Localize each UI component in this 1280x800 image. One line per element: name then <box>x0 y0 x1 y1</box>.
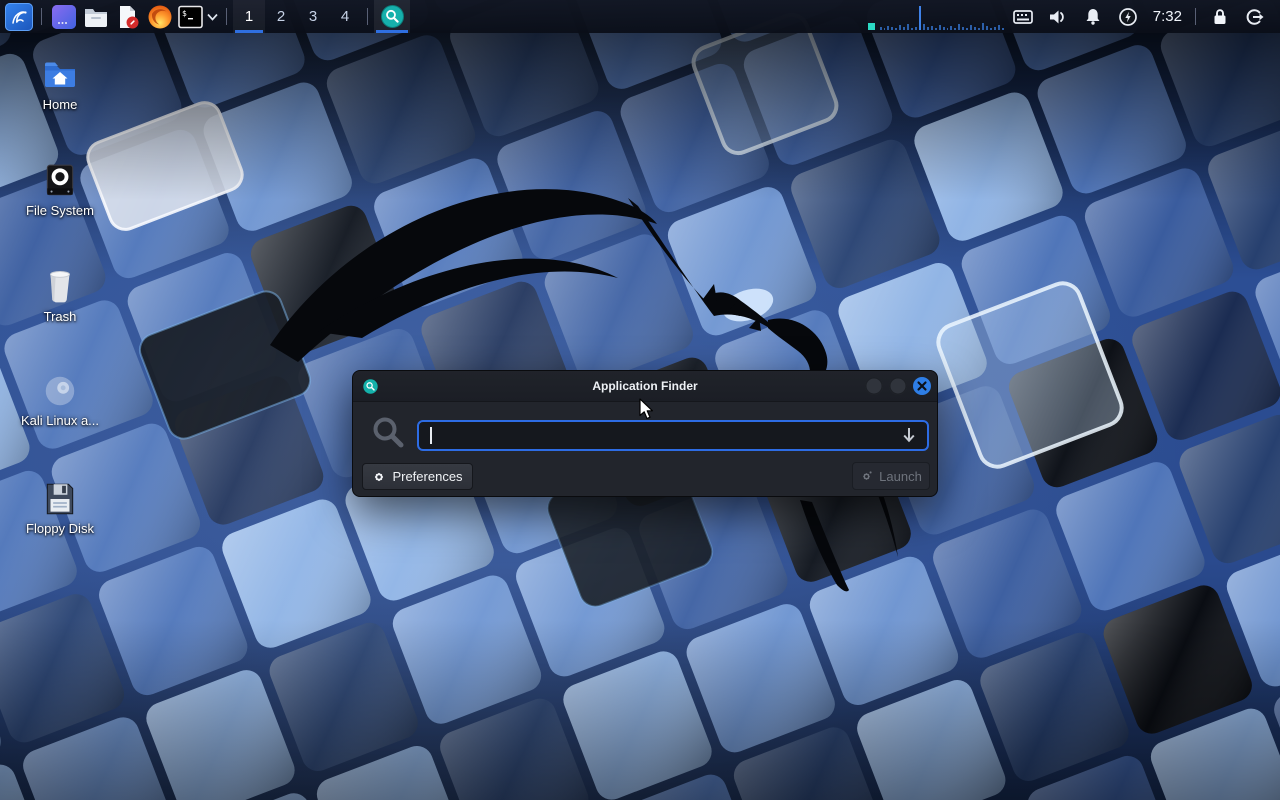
logout-button[interactable] <box>1237 0 1272 33</box>
system-monitor[interactable] <box>866 0 1006 33</box>
desktop-icon-label: Trash <box>8 309 112 324</box>
battery-power-icon <box>1117 6 1139 28</box>
close-icon <box>917 381 927 391</box>
close-button[interactable] <box>913 377 931 395</box>
workspace-2[interactable]: 2 <box>265 0 297 33</box>
desktop-icon-label: File System <box>8 203 112 218</box>
keyboard-indicator[interactable] <box>1006 0 1041 33</box>
panel-right-cluster: 7:32 <box>866 0 1280 33</box>
search-input[interactable] <box>417 420 929 451</box>
terminal-icon: $ <box>178 5 203 29</box>
desktop-icon-trash[interactable]: Trash <box>8 266 112 324</box>
home-folder-icon <box>8 58 112 94</box>
launch-label: Launch <box>879 469 922 484</box>
file-manager-icon <box>83 4 109 30</box>
panel-separator <box>367 8 368 25</box>
preferences-button[interactable]: Preferences <box>362 463 473 490</box>
desktop-icon-label: Kali Linux a... <box>8 413 112 428</box>
panel-left-cluster: $ 1 2 3 4 <box>0 0 410 33</box>
maximize-button[interactable] <box>889 377 907 395</box>
launch-button[interactable]: Launch <box>852 462 930 490</box>
workspace-3[interactable]: 3 <box>297 0 329 33</box>
desktop-icon-label: Floppy Disk <box>8 521 112 536</box>
search-icon <box>381 5 404 28</box>
notifications[interactable] <box>1076 0 1111 33</box>
workspace-4[interactable]: 4 <box>329 0 361 33</box>
desktop-app-icon <box>51 4 77 30</box>
window-controls <box>865 377 931 395</box>
clock[interactable]: 7:32 <box>1146 8 1189 25</box>
svg-text:$: $ <box>182 9 187 18</box>
preferences-label: Preferences <box>392 469 462 484</box>
top-panel: $ 1 2 3 4 <box>0 0 1280 33</box>
panel-separator <box>41 8 42 25</box>
application-finder-window: Application Finder <box>352 370 938 497</box>
system-monitor-bars <box>868 6 1004 30</box>
window-title: Application Finder <box>353 379 937 393</box>
search-glass-icon <box>370 414 408 457</box>
file-system-drive-icon <box>8 162 112 200</box>
minimize-button[interactable] <box>865 377 883 395</box>
terminal-dropdown[interactable] <box>204 0 220 33</box>
panel-separator <box>226 8 227 25</box>
kali-faded-icon <box>8 372 112 410</box>
workspace-1[interactable]: 1 <box>233 0 265 33</box>
desktop-icon-label: Home <box>8 97 112 112</box>
text-editor-icon <box>115 4 141 30</box>
volume-control[interactable] <box>1041 0 1076 33</box>
app-finder-button[interactable] <box>374 0 410 33</box>
launch-icon <box>860 470 873 483</box>
gear-icon <box>372 470 386 484</box>
launcher-text-editor[interactable] <box>112 0 144 33</box>
desktop-icon-floppy-disk[interactable]: Floppy Disk <box>8 480 112 536</box>
trash-bin-icon <box>8 266 112 306</box>
desktop-icon-home[interactable]: Home <box>8 58 112 112</box>
bell-icon <box>1082 6 1104 28</box>
firefox-icon <box>147 4 173 30</box>
chevron-down-icon <box>207 13 218 21</box>
keyboard-icon <box>1012 6 1034 28</box>
kali-menu-button[interactable] <box>3 0 35 33</box>
kali-logo-icon <box>5 3 33 31</box>
lock-icon <box>1209 6 1231 28</box>
panel-separator <box>1195 8 1196 25</box>
lock-screen-button[interactable] <box>1202 0 1237 33</box>
launcher-file-manager[interactable] <box>80 0 112 33</box>
power-manager[interactable] <box>1111 0 1146 33</box>
floppy-disk-icon <box>8 480 112 518</box>
launcher-desktop-app[interactable] <box>48 0 80 33</box>
text-caret <box>430 427 432 444</box>
titlebar[interactable]: Application Finder <box>353 371 937 402</box>
launcher-terminal[interactable]: $ <box>176 0 204 33</box>
desktop-icon-kali-linux[interactable]: Kali Linux a... <box>8 372 112 428</box>
desktop-icon-file-system[interactable]: File System <box>8 162 112 218</box>
speaker-icon <box>1047 6 1069 28</box>
launcher-firefox[interactable] <box>144 0 176 33</box>
monitor-legend-square <box>868 23 875 30</box>
logout-icon <box>1244 6 1266 28</box>
